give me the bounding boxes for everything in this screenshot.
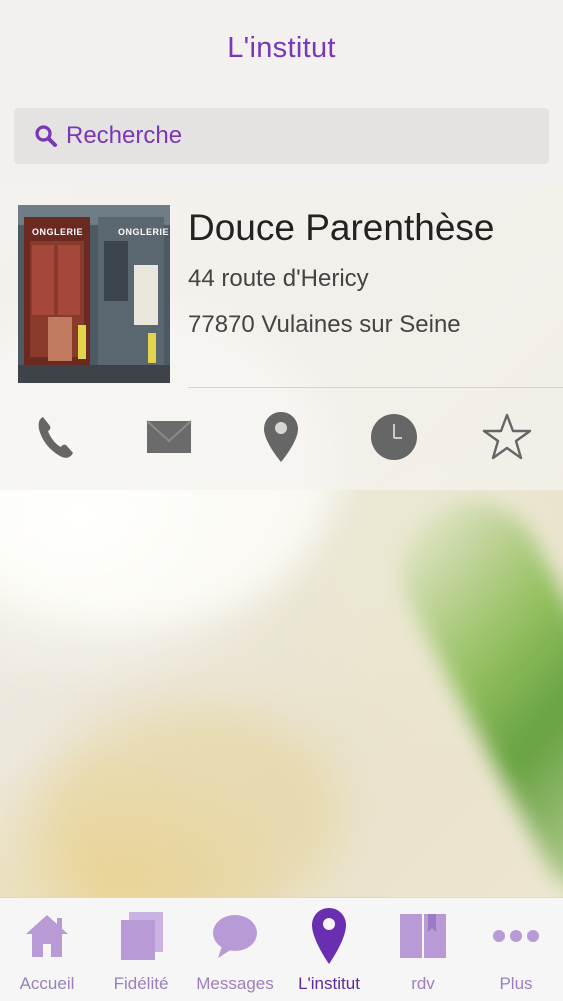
map-pin-icon [282, 906, 376, 966]
tab-bar: Accueil Fidélité Messages L'institut rdv… [0, 897, 563, 1001]
photo-sign-left: ONGLERIE [32, 227, 84, 237]
chat-icon [188, 906, 282, 966]
tab-label: Accueil [19, 974, 75, 993]
action-row [0, 407, 563, 467]
map-button[interactable] [253, 407, 309, 467]
card-divider [188, 387, 563, 388]
search-placeholder: Recherche [66, 122, 183, 149]
favorite-button[interactable] [479, 407, 535, 467]
home-icon [0, 906, 94, 966]
tab-plus[interactable]: Plus [469, 898, 563, 1001]
institute-card: ONGLERIE ONGLERIE Douce Parenthèse 44 ro… [0, 185, 563, 490]
cards-icon [94, 906, 188, 966]
hours-button[interactable] [366, 407, 422, 467]
page-title: L'institut [227, 31, 336, 64]
tab-label: Plus [499, 974, 533, 993]
tab-label: rdv [411, 974, 435, 993]
phone-icon [38, 417, 73, 458]
search-icon [34, 124, 58, 148]
book-icon [376, 906, 470, 966]
tab-label: L'institut [298, 974, 360, 993]
tab-linstitut[interactable]: L'institut [282, 898, 376, 1001]
call-button[interactable] [28, 407, 84, 467]
mail-icon [146, 420, 192, 453]
more-icon [469, 906, 563, 966]
tab-rdv[interactable]: rdv [376, 898, 470, 1001]
nav-header: L'institut [0, 0, 563, 96]
search-bar-container: Recherche [0, 96, 563, 184]
email-button[interactable] [141, 407, 197, 467]
tab-fidelite[interactable]: Fidélité [94, 898, 188, 1001]
clock-icon [371, 414, 417, 460]
photo-sign-right: ONGLERIE [118, 227, 170, 237]
star-icon [482, 413, 532, 460]
institute-photo[interactable]: ONGLERIE ONGLERIE [18, 205, 170, 383]
tab-label: Messages [196, 974, 274, 993]
tab-accueil[interactable]: Accueil [0, 898, 94, 1001]
tab-label: Fidélité [113, 974, 169, 993]
address-line2: 77870 Vulaines sur Seine [188, 311, 461, 338]
search-input[interactable]: Recherche [14, 108, 549, 164]
map-pin-icon [264, 412, 298, 462]
tab-messages[interactable]: Messages [188, 898, 282, 1001]
address-line1: 44 route d'Hericy [188, 265, 369, 292]
institute-name: Douce Parenthèse [188, 207, 495, 248]
